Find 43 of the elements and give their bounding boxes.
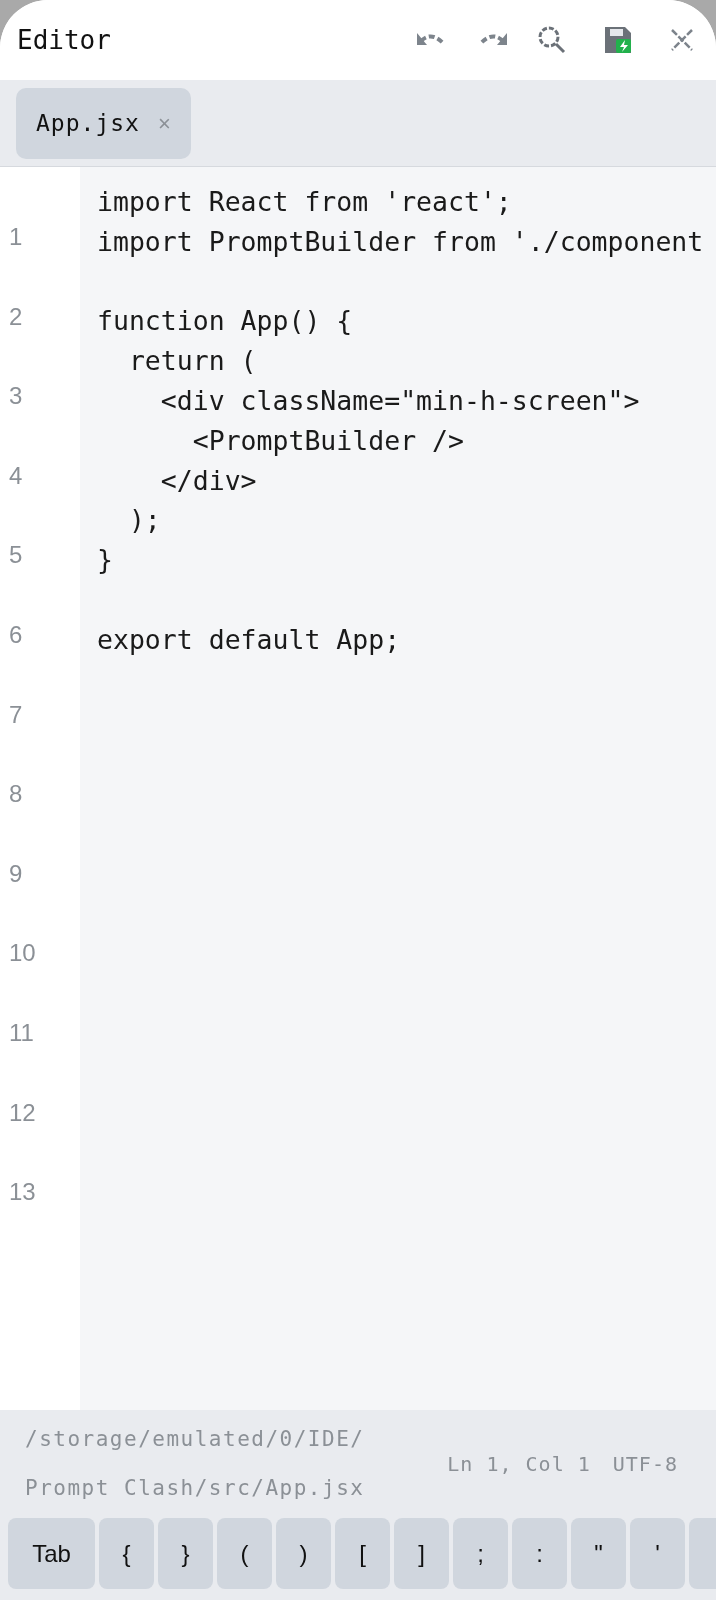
code-line: <PromptBuilder /> bbox=[191, 423, 464, 458]
line-number: 6 bbox=[8, 619, 23, 650]
code-line: function App() { bbox=[97, 304, 353, 339]
close-icon bbox=[669, 27, 695, 53]
key-button[interactable]: { bbox=[99, 1518, 154, 1589]
encoding-label: UTF-8 bbox=[612, 1451, 678, 1478]
file-path: /storage/emulated/0/IDE/ bbox=[25, 1425, 365, 1453]
key-button[interactable]: Tab bbox=[8, 1518, 95, 1589]
code-line: ); bbox=[127, 503, 161, 538]
file-path: Prompt Clash/src/App.jsx bbox=[25, 1475, 365, 1502]
key-button[interactable]: ; bbox=[453, 1518, 508, 1589]
code-line: } bbox=[97, 543, 113, 578]
window-title: Editor bbox=[17, 23, 111, 57]
code-line: export default App; bbox=[97, 622, 401, 657]
key-button[interactable]: ) bbox=[276, 1518, 331, 1589]
key-button[interactable]: ( bbox=[217, 1518, 272, 1589]
key-button[interactable]: " bbox=[571, 1518, 626, 1589]
key-button[interactable]: [ bbox=[335, 1518, 390, 1589]
code-line: import React from 'react'; bbox=[97, 185, 512, 219]
line-number: 2 bbox=[8, 301, 23, 332]
file-tab[interactable]: App.jsx × bbox=[16, 87, 191, 159]
line-number: 5 bbox=[8, 540, 23, 571]
line-number: 1 bbox=[8, 222, 23, 252]
line-number: 8 bbox=[8, 779, 23, 810]
line-number: 10 bbox=[8, 938, 36, 969]
search-icon bbox=[537, 25, 567, 55]
key-button[interactable]: } bbox=[158, 1518, 213, 1589]
line-number: 4 bbox=[8, 460, 23, 491]
line-number: 3 bbox=[8, 381, 23, 412]
line-number: 11 bbox=[8, 1017, 34, 1048]
cursor-position: Ln 1, Col 1 bbox=[447, 1451, 591, 1478]
line-number: 7 bbox=[8, 699, 23, 730]
code-line: </div> bbox=[159, 463, 257, 498]
code-line: import PromptBuilder from './component bbox=[97, 224, 704, 259]
code-line: return ( bbox=[127, 344, 257, 379]
key-button[interactable]: ] bbox=[394, 1518, 449, 1589]
key-button[interactable]: ' bbox=[630, 1518, 685, 1589]
code-line: <div className="min-h-screen"> bbox=[159, 384, 640, 418]
line-number: 9 bbox=[8, 858, 23, 889]
line-number: 12 bbox=[8, 1097, 36, 1128]
save-icon bbox=[603, 25, 633, 55]
line-number: 13 bbox=[8, 1177, 36, 1208]
key-button[interactable]: : bbox=[512, 1518, 567, 1589]
